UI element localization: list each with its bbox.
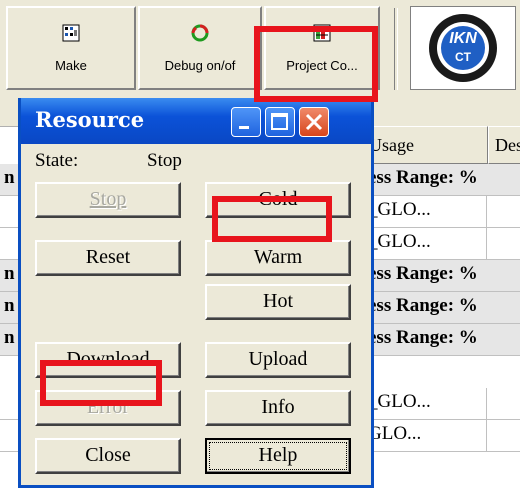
make-button[interactable]: Make [6, 6, 136, 90]
row-usage: ess Range: % [368, 295, 478, 316]
row-prefix: n [4, 263, 15, 284]
row-usage: _GLO... [368, 391, 431, 412]
download-button[interactable]: Download [35, 342, 181, 378]
hot-button[interactable]: Hot [205, 284, 351, 320]
row-usage: ess Range: % [368, 327, 478, 348]
state-label: State: [35, 150, 79, 171]
project-config-button[interactable]: Project Co... [264, 6, 380, 90]
row-usage: _GLO... [368, 231, 431, 252]
debug-cycle-icon [191, 24, 209, 42]
column-header-usage[interactable]: Usage [362, 126, 488, 164]
resource-dialog: Resource State: Stop Stop Cold Reset War… [18, 98, 374, 488]
row-usage: ess Range: % [368, 263, 478, 284]
row-usage: GLO... [368, 423, 422, 444]
debug-label: Debug on/of [164, 58, 236, 73]
maximize-button[interactable] [265, 107, 295, 137]
upload-button[interactable]: Upload [205, 342, 351, 378]
debug-toggle-button[interactable]: Debug on/of [138, 6, 262, 90]
close-icon [305, 113, 323, 131]
row-prefix: n [4, 167, 15, 188]
dialog-title: Resource [35, 107, 145, 132]
project-grid-icon [313, 24, 331, 42]
stop-button[interactable]: Stop [35, 182, 181, 218]
help-button[interactable]: Help [205, 438, 351, 474]
close-window-button[interactable] [299, 107, 329, 137]
maximize-icon [271, 113, 288, 130]
error-button[interactable]: Error [35, 390, 181, 426]
dialog-body: State: Stop Stop Cold Reset Warm Hot Dow… [21, 144, 371, 485]
minimize-button[interactable] [231, 107, 261, 137]
dialog-titlebar[interactable]: Resource [21, 98, 371, 144]
minimize-icon [239, 126, 249, 129]
make-icon [62, 24, 80, 42]
toolbar: Make Debug on/of Project Co... IKN CT [0, 0, 520, 98]
warm-button[interactable]: Warm [205, 240, 351, 276]
cold-button[interactable]: Cold [205, 182, 351, 218]
make-label: Make [55, 58, 87, 73]
toolbar-separator [394, 8, 398, 90]
info-button[interactable]: Info [205, 390, 351, 426]
row-usage: _GLO... [368, 199, 431, 220]
column-header-description[interactable]: Des [488, 126, 520, 164]
row-prefix: n [4, 327, 15, 348]
state-value: Stop [147, 150, 182, 171]
reset-button[interactable]: Reset [35, 240, 181, 276]
row-prefix: n [4, 295, 15, 316]
svg-text:CT: CT [455, 50, 472, 64]
company-logo: IKN CT [410, 6, 516, 90]
project-label: Project Co... [286, 58, 358, 73]
close-button[interactable]: Close [35, 438, 181, 474]
row-usage: ess Range: % [368, 167, 478, 188]
svg-text:IKN: IKN [449, 30, 477, 47]
